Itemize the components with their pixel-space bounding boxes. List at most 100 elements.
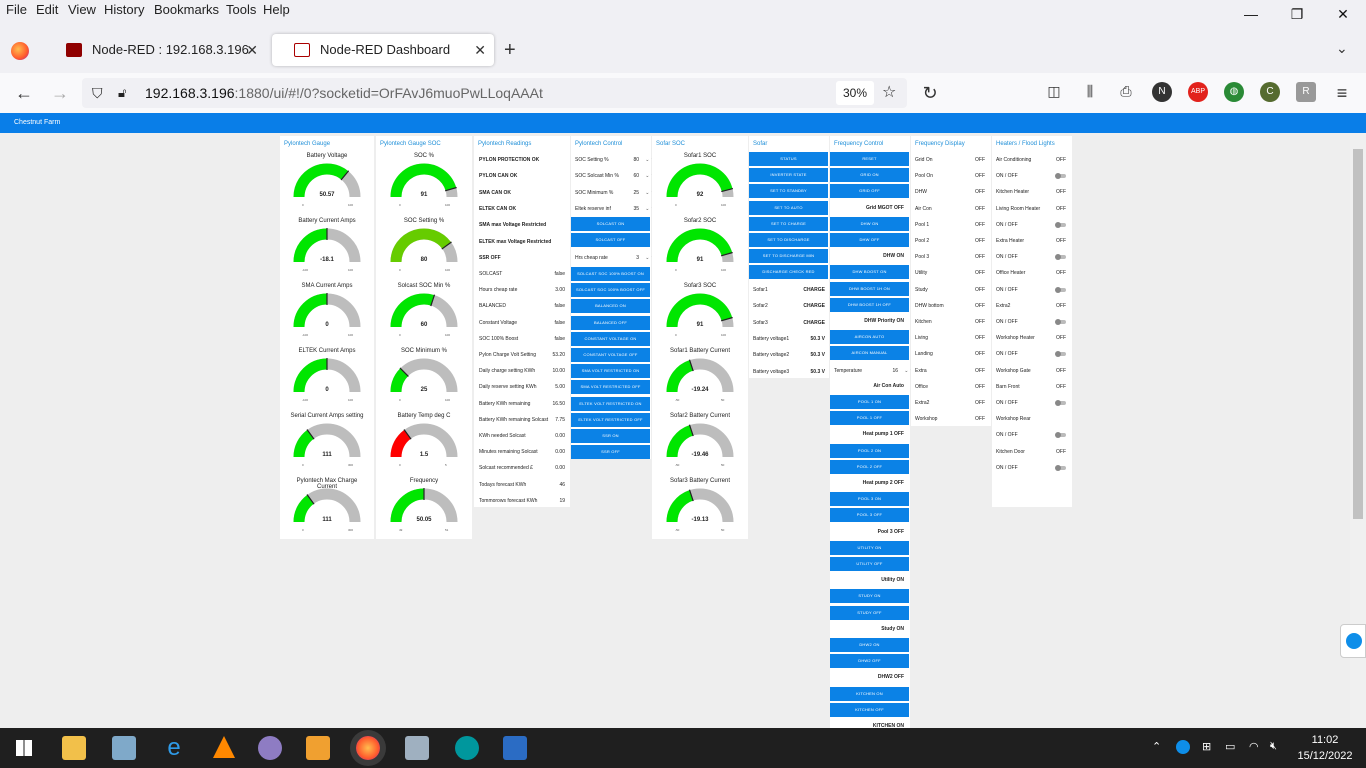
tab-node-red-dashboard[interactable]: Node-RED Dashboard ✕: [272, 34, 494, 66]
list-all-tabs-icon[interactable]: ⌄: [1336, 40, 1348, 57]
menu-edit[interactable]: Edit: [36, 2, 58, 17]
frequency-button[interactable]: POOL 1 ON: [830, 395, 909, 409]
frequency-button[interactable]: KITCHEN OFF: [830, 702, 909, 717]
frequency-button[interactable]: AIRCON AUTO: [830, 330, 909, 345]
sofar-button[interactable]: SET TO CHARGE: [749, 216, 828, 231]
toggle-switch[interactable]: [1055, 221, 1066, 228]
adblock-plus-icon[interactable]: ABP: [1188, 82, 1208, 102]
control-button[interactable]: SSR OFF: [571, 445, 650, 460]
menu-history[interactable]: History: [104, 2, 144, 17]
file-explorer-icon[interactable]: [62, 736, 86, 760]
control-button[interactable]: ELTEK VOLT RESTRICTED ON: [571, 396, 650, 411]
sofar-button[interactable]: SET TO DISCHARGE MIN: [749, 249, 828, 264]
system-clock[interactable]: 11:02 15/12/2022: [1293, 732, 1357, 764]
frequency-button[interactable]: DHW BOOST 1H OFF: [830, 297, 909, 312]
frequency-button[interactable]: POOL 2 ON: [830, 443, 909, 458]
control-button[interactable]: BALANCED OFF: [571, 315, 650, 330]
bookmark-star-icon[interactable]: ☆: [882, 78, 896, 108]
sofar-button[interactable]: SET TO STANDBY: [749, 184, 828, 199]
menu-bookmarks[interactable]: Bookmarks: [154, 2, 219, 17]
control-button[interactable]: SOLCAST SOC 100% BOOST OFF: [571, 283, 650, 298]
volume-muted-icon[interactable]: 🔇︎: [1270, 740, 1277, 753]
menu-help[interactable]: Help: [263, 2, 290, 17]
control-button[interactable]: SOLCAST OFF: [571, 233, 650, 247]
media-player-icon[interactable]: [306, 736, 330, 760]
numeric-input[interactable]: SOC Solcast Min % 60 ⌄ ⌃: [575, 168, 655, 184]
address-bar[interactable]: ⛉ 🔓︎ 192.168.3.196:1880/ui/#!/0?socketid…: [82, 78, 907, 108]
extension-n-icon[interactable]: N: [1152, 82, 1172, 102]
frequency-button[interactable]: STUDY OFF: [830, 605, 909, 620]
toggle-switch[interactable]: [1055, 319, 1066, 325]
sofar-button[interactable]: DISCHARGE CHECK RED: [749, 265, 828, 280]
toggle-switch[interactable]: [1055, 286, 1066, 293]
frequency-button[interactable]: GRID ON: [830, 168, 909, 183]
sofar-button[interactable]: SET TO AUTO: [749, 200, 828, 215]
frequency-button[interactable]: POOL 3 OFF: [830, 508, 909, 523]
app-window-icon[interactable]: [503, 736, 527, 760]
toggle-switch[interactable]: [1055, 254, 1066, 261]
toggle-switch[interactable]: [1055, 400, 1066, 406]
frequency-button[interactable]: STUDY ON: [830, 589, 909, 604]
scrollbar-thumb[interactable]: [1353, 149, 1363, 519]
toggle-switch[interactable]: [1055, 432, 1066, 439]
extension-r-icon[interactable]: R: [1296, 82, 1316, 102]
close-window-icon[interactable]: ✕: [1320, 0, 1366, 28]
control-button[interactable]: CONSTANT VOLTAGE ON: [571, 331, 650, 346]
numeric-input[interactable]: Hrs cheap rate 3 ⌄ ⌃: [575, 250, 655, 266]
arduino-icon[interactable]: [455, 736, 479, 760]
extension-globe-icon[interactable]: ◍: [1224, 82, 1244, 102]
frequency-button[interactable]: DHW2 OFF: [830, 654, 909, 669]
windows-start-icon[interactable]: [16, 740, 32, 756]
firefox-taskbar-icon[interactable]: [356, 736, 380, 760]
tab-node-red-editor[interactable]: Node-RED : 192.168.3.196 ✕: [44, 34, 266, 66]
frequency-button[interactable]: UTILITY ON: [830, 540, 909, 555]
print-icon[interactable]: ⎙: [1114, 83, 1138, 100]
sofar-button[interactable]: INVERTER STATE: [749, 168, 828, 183]
internet-explorer-icon[interactable]: e: [162, 736, 186, 760]
tray-chevron-icon[interactable]: ⌃: [1152, 740, 1161, 753]
control-button[interactable]: SSR ON: [571, 429, 650, 443]
frequency-button[interactable]: GRID OFF: [830, 184, 909, 199]
new-tab-icon[interactable]: +: [504, 39, 516, 62]
notepad-icon[interactable]: [112, 736, 136, 760]
pocket-icon[interactable]: ◫: [1042, 83, 1066, 100]
control-button[interactable]: ELTEK VOLT RESTRICTED OFF: [571, 412, 650, 427]
teamviewer-icon[interactable]: [1340, 624, 1366, 658]
frequency-button[interactable]: DHW OFF: [830, 233, 909, 247]
control-button[interactable]: CONSTANT VOLTAGE OFF: [571, 348, 650, 362]
extension-c-icon[interactable]: C: [1260, 82, 1280, 102]
remote-desktop-icon[interactable]: [405, 736, 429, 760]
frequency-button[interactable]: DHW2 ON: [830, 638, 909, 652]
minimize-icon[interactable]: —: [1228, 0, 1274, 28]
shield-icon[interactable]: ⛉: [92, 78, 103, 108]
battery-tray-icon[interactable]: ▭: [1225, 740, 1235, 753]
control-button[interactable]: SOLCAST SOC 100% BOOST ON: [571, 267, 650, 281]
back-icon[interactable]: ←: [12, 83, 36, 104]
paint-icon[interactable]: [258, 736, 282, 760]
lock-icon[interactable]: 🔓︎: [118, 78, 126, 108]
close-tab-icon[interactable]: ✕: [246, 34, 258, 66]
numeric-input[interactable]: SOC Minimum % 25 ⌄ ⌃: [575, 185, 655, 201]
frequency-button[interactable]: DHW BOOST 1H ON: [830, 281, 909, 296]
menu-view[interactable]: View: [68, 2, 96, 17]
zoom-level[interactable]: 30%: [836, 81, 874, 105]
frequency-button[interactable]: AIRCON MANUAL: [830, 346, 909, 361]
menu-file[interactable]: File: [6, 2, 27, 17]
control-button[interactable]: SMA VOLT RESTRICTED ON: [571, 364, 650, 379]
frequency-button[interactable]: KITCHEN ON: [830, 686, 909, 701]
control-button[interactable]: BALANCED ON: [571, 299, 650, 314]
frequency-button[interactable]: DHW BOOST ON: [830, 265, 909, 280]
frequency-button[interactable]: DHW ON: [830, 216, 909, 231]
frequency-button[interactable]: RESET: [830, 152, 909, 166]
wifi-tray-icon[interactable]: ◠: [1249, 740, 1259, 753]
restore-icon[interactable]: ❐: [1274, 0, 1320, 28]
network-tray-icon[interactable]: ⊞: [1202, 740, 1211, 753]
frequency-button[interactable]: POOL 1 OFF: [830, 411, 909, 426]
reload-icon[interactable]: ↻: [918, 83, 942, 104]
numeric-input[interactable]: Eltek reserve inf 35 ⌄ ⌃: [575, 201, 655, 217]
close-tab-icon[interactable]: ✕: [474, 34, 486, 66]
numeric-input[interactable]: SOC Setting % 80 ⌄ ⌃: [575, 152, 655, 168]
menu-tools[interactable]: Tools: [226, 2, 256, 17]
hamburger-menu-icon[interactable]: ≡: [1330, 83, 1354, 104]
forward-icon[interactable]: →: [48, 83, 72, 104]
